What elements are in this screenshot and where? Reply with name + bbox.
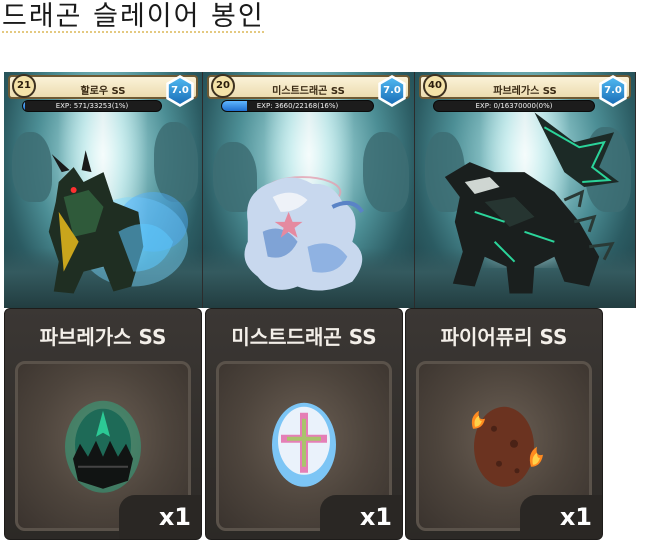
grade-value: 7.0 bbox=[601, 78, 625, 104]
exp-bar: EXP: 0/16370000(0%) bbox=[433, 100, 595, 112]
page-title-text: 드래곤 슬레이어 봉인 bbox=[2, 1, 265, 32]
dragon-card-mist-dragon[interactable]: 미스트드래곤 SS 20 7.0 EXP: 3660/22168(16%) bbox=[203, 72, 415, 308]
exp-bar: EXP: 3660/22168(16%) bbox=[221, 100, 374, 112]
fire-egg-icon bbox=[471, 406, 543, 487]
dragon-name: 파브레가스 SS bbox=[493, 86, 557, 97]
egg-quantity: x1 bbox=[119, 495, 201, 539]
dragon-name: 미스트드래곤 SS bbox=[272, 86, 345, 97]
level-badge: 20 bbox=[211, 74, 235, 98]
dragon-card-fabregas[interactable]: 파브레가스 SS 40 7.0 EXP: 0/16370000(0%) bbox=[415, 72, 636, 308]
egg-card-fire-fury[interactable]: 파이어퓨리 SS x1 bbox=[405, 308, 603, 540]
exp-text: EXP: 571/33253(1%) bbox=[55, 102, 129, 110]
egg-title: 파이어퓨리 SS bbox=[440, 325, 568, 349]
egg-card-fabregas[interactable]: 파브레가스 SS x1 bbox=[4, 308, 202, 540]
egg-quantity: x1 bbox=[320, 495, 402, 539]
page-title: 드래곤 슬레이어 봉인 bbox=[2, 0, 265, 34]
exp-bar: EXP: 571/33253(1%) bbox=[22, 100, 162, 112]
egg-quantity: x1 bbox=[520, 495, 602, 539]
egg-card-mist-dragon[interactable]: 미스트드래곤 SS x1 bbox=[205, 308, 403, 540]
egg-title: 미스트드래곤 SS bbox=[231, 325, 377, 349]
exp-text: EXP: 3660/22168(16%) bbox=[256, 102, 339, 110]
egg-title: 파브레가스 SS bbox=[39, 325, 167, 349]
level-badge: 40 bbox=[423, 74, 447, 98]
dragon-header-bar: 파브레가스 SS bbox=[419, 75, 631, 99]
spellcheck-underline bbox=[2, 31, 265, 33]
pink-cross-egg-icon bbox=[272, 402, 336, 487]
dragon-name: 할로우 SS bbox=[80, 86, 126, 97]
exp-text: EXP: 0/16370000(0%) bbox=[475, 102, 553, 110]
grade-value: 7.0 bbox=[380, 78, 404, 104]
grade-value: 7.0 bbox=[168, 78, 192, 104]
dark-spiked-egg-icon bbox=[65, 400, 141, 493]
level-badge: 21 bbox=[12, 74, 36, 98]
dragon-card-hollow[interactable]: 할로우 SS 21 7.0 EXP: 571/33253(1%) bbox=[4, 72, 203, 308]
